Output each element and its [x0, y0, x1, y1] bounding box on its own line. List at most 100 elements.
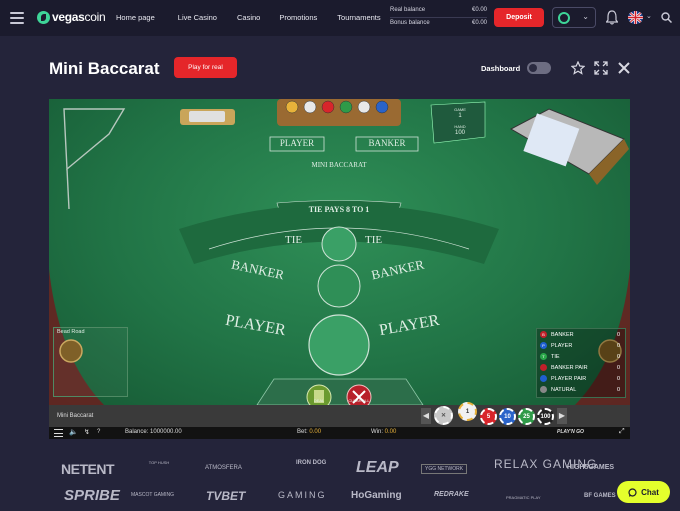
legend-row: PLAYER PAIR 0 — [537, 373, 625, 384]
chip-10[interactable]: 10 — [499, 408, 516, 425]
balance-panel: Real balance €0.00 Bonus balance €0.00 — [390, 5, 487, 27]
chips-next-arrow-icon[interactable]: ▶ — [557, 408, 567, 424]
sound-icon[interactable]: 🔈 — [69, 428, 78, 436]
legend-label: TIE — [551, 353, 560, 360]
legend-label: BANKER — [551, 331, 574, 338]
favorite-star-icon[interactable] — [571, 61, 585, 75]
game-menu-icon[interactable] — [54, 429, 63, 437]
provider-bf-games[interactable]: BF GAMES — [584, 493, 616, 499]
provider-high5[interactable]: HIGH5GAMES — [567, 464, 614, 471]
bet-readout: Bet: 0.00 — [297, 429, 321, 435]
provider-spribe[interactable]: SPRIBE — [64, 487, 120, 504]
legend-label: PLAYER — [551, 342, 573, 349]
provider-iron-dog[interactable]: IRON DOG — [296, 460, 326, 467]
legend-label: PLAYER PAIR — [551, 375, 587, 382]
player-label-top: PLAYER — [279, 138, 315, 148]
chip-25[interactable]: 25 — [518, 408, 535, 425]
real-balance-label: Real balance — [390, 7, 426, 13]
nav-promotions[interactable]: Promotions — [279, 13, 317, 22]
tie-label-right: TIE — [365, 234, 383, 246]
bet-value: 0.00 — [309, 429, 322, 435]
bonus-balance-value: €0.00 — [471, 19, 487, 26]
dashboard-toggle[interactable] — [527, 62, 551, 74]
shoe-game-label: GAME — [454, 107, 466, 112]
banker-badge-icon: B — [540, 331, 547, 338]
win-label: Win: — [371, 429, 383, 435]
uk-flag-icon[interactable] — [628, 11, 643, 24]
baccarat-table: PLAYER BANKER MINI BACCARAT TIE PAYS 8 T… — [49, 99, 630, 405]
banker-label-top: BANKER — [368, 138, 406, 148]
search-icon[interactable] — [661, 12, 672, 23]
logo-text-light: coin — [84, 10, 106, 24]
bell-icon[interactable] — [606, 10, 618, 25]
legend-row: P PLAYER 0 — [537, 340, 625, 351]
game-frame[interactable]: PLAYER BANKER MINI BACCARAT TIE PAYS 8 T… — [49, 99, 630, 439]
game-name-label: Mini Baccarat — [57, 413, 94, 419]
shoe-hand-label: HAND — [454, 124, 466, 129]
help-button[interactable]: ? — [97, 429, 100, 435]
nav-home[interactable]: Home page — [116, 13, 155, 22]
win-readout: Win: 0.00 — [371, 429, 396, 435]
page-title: Mini Baccarat — [49, 59, 160, 78]
provider-ygg[interactable]: YGG NETWORK — [421, 464, 468, 474]
shoe-hand-value: 100 — [454, 130, 465, 136]
main-nav: Home page Live Casino Casino Promotions … — [116, 13, 381, 22]
bead-road-title: Bead Road — [57, 329, 85, 335]
provider-top-hush[interactable]: TOP HUSH — [148, 460, 170, 465]
provider-mascot[interactable]: MASCOT GAMING — [131, 492, 174, 498]
player-pair-badge-icon — [540, 375, 547, 382]
undo-chip-icon[interactable]: ✕ — [434, 406, 453, 425]
provider-leap[interactable]: LEAP — [356, 459, 399, 477]
win-value: 0.00 — [384, 429, 397, 435]
chip-100[interactable]: 100 — [537, 408, 554, 425]
legend-value: 0 — [617, 342, 621, 349]
provider-tvbet[interactable]: TVBET — [206, 489, 245, 503]
turbo-icon[interactable]: ↯ — [84, 428, 90, 436]
provider-netent[interactable]: NETENT — [61, 461, 115, 477]
dashboard-label: Dashboard — [481, 64, 521, 73]
fullscreen-icon[interactable] — [594, 61, 608, 75]
nav-casino[interactable]: Casino — [237, 13, 260, 22]
balance-readout: Balance: 1000000.00 — [125, 429, 182, 435]
legend-label: NATURAL — [551, 386, 577, 393]
legend-row: B BANKER 0 — [537, 329, 625, 340]
play-for-real-button[interactable]: Play for real — [174, 57, 237, 78]
balance-value: 1000000.00 — [150, 429, 182, 435]
provider-hogaming[interactable]: HoGaming — [351, 490, 402, 501]
real-balance-value: €0.00 — [471, 7, 487, 13]
balance-label: Balance: — [125, 429, 149, 435]
bonus-balance-label: Bonus balance — [390, 19, 430, 26]
close-icon[interactable] — [617, 61, 631, 75]
chip-1[interactable]: 1 — [458, 402, 477, 421]
legend-label: BANKER PAIR — [551, 364, 588, 371]
mini-baccarat-label: MINI BACCARAT — [311, 161, 367, 169]
legend-value: 0 — [617, 386, 621, 393]
player-badge-icon: P — [540, 342, 547, 349]
provider-atmosfera[interactable]: ATMOSFERA — [205, 465, 242, 471]
menu-icon[interactable] — [10, 12, 24, 24]
language-chevron-icon[interactable]: ⌄ — [646, 12, 652, 20]
chips-prev-arrow-icon[interactable]: ◀ — [421, 408, 431, 424]
playngo-logo: PLAY'N GO — [557, 429, 584, 435]
logo-text-bold: vegas — [52, 10, 85, 24]
legend-row: NATURAL 0 — [537, 384, 625, 395]
game-fullscreen-icon[interactable]: ⤢ — [619, 428, 625, 436]
provider-relax[interactable]: RELAX GAMING — [494, 458, 596, 470]
chip-5[interactable]: 5 — [480, 408, 497, 425]
chat-button[interactable]: Chat — [617, 481, 670, 503]
chat-bubble-icon — [628, 487, 637, 497]
profile-dropdown[interactable]: ⌄ — [552, 7, 596, 28]
provider-redrake[interactable]: REDRAKE — [434, 491, 469, 498]
nav-tournaments[interactable]: Tournaments — [337, 13, 380, 22]
banker-pair-badge-icon — [540, 364, 547, 371]
deposit-button[interactable]: Deposit — [494, 8, 544, 27]
game-chip-bar: Mini Baccarat ◀ ✕ 1 5 10 25 100 ▶ — [49, 402, 630, 427]
statistics-legend: B BANKER 0 P PLAYER 0 T TIE 0 BANKER PAIR 0 PLA… — [536, 328, 626, 398]
site-logo[interactable]: vegascoin — [37, 10, 106, 24]
top-header: vegascoin Home page Live Casino Casino P… — [0, 0, 680, 36]
nav-live-casino[interactable]: Live Casino — [178, 13, 217, 22]
provider-bgaming[interactable]: GAMING — [278, 490, 327, 500]
provider-pragmatic[interactable]: PRAGMATIC PLAY — [506, 495, 541, 500]
bet-label: Bet: — [297, 429, 308, 435]
legend-value: 0 — [617, 353, 621, 360]
